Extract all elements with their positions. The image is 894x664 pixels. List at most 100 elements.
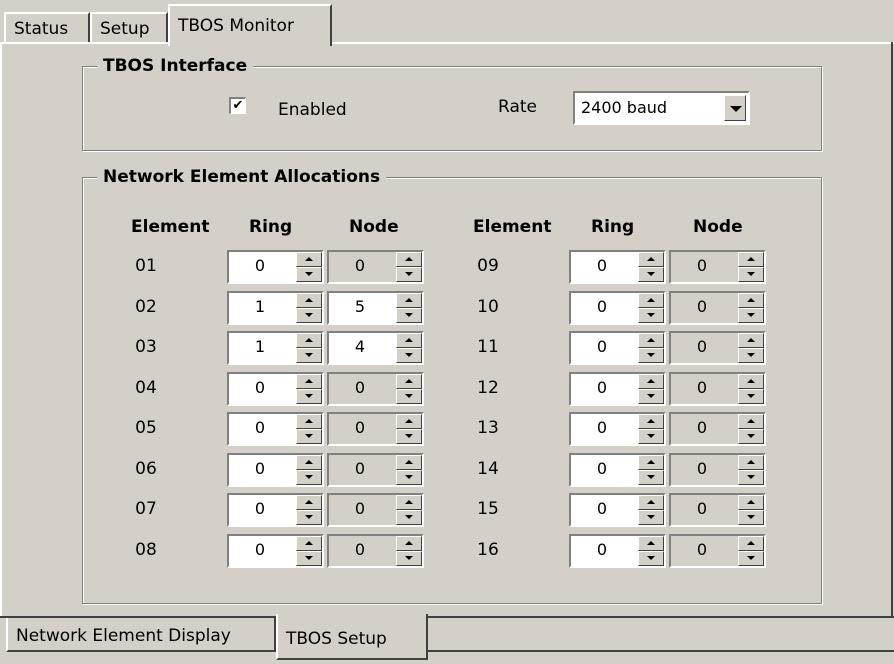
spin-down-icon[interactable]: [738, 307, 764, 323]
ring-spinbox[interactable]: 0: [569, 533, 666, 568]
spin-down-icon[interactable]: [738, 510, 764, 525]
spin-up-icon[interactable]: [638, 373, 664, 389]
ring-spinbox[interactable]: 0: [569, 452, 666, 487]
spin-down-icon[interactable]: [638, 348, 664, 363]
ring-value[interactable]: 0: [571, 498, 633, 520]
spin-buttons: [638, 373, 664, 404]
ring-value[interactable]: 0: [571, 417, 633, 439]
spin-buttons: [638, 292, 664, 323]
node-value[interactable]: 0: [671, 458, 733, 480]
bottom-tab-filler: [428, 618, 894, 652]
ring-spinbox[interactable]: 0: [569, 250, 666, 284]
spin-up-icon[interactable]: [638, 495, 664, 510]
spin-down-icon[interactable]: [638, 429, 664, 444]
spin-up-icon[interactable]: [638, 535, 664, 551]
spin-up-icon[interactable]: [738, 252, 764, 267]
ring-value[interactable]: 0: [571, 377, 633, 399]
node-spinbox[interactable]: 0: [669, 412, 766, 446]
spin-down-icon[interactable]: [638, 469, 664, 485]
spin-buttons: [738, 495, 764, 525]
header-element-right: Element: [473, 217, 552, 237]
node-spinbox[interactable]: 0: [669, 493, 766, 527]
spin-down-icon[interactable]: [638, 307, 664, 323]
spin-up-icon[interactable]: [738, 333, 764, 348]
tab-status[interactable]: Status: [4, 12, 90, 44]
node-spinbox[interactable]: 0: [669, 290, 766, 325]
allocation-row: 16 0 0: [83, 533, 823, 568]
spin-down-icon[interactable]: [738, 348, 764, 363]
spin-down-icon[interactable]: [738, 550, 764, 566]
ring-spinbox[interactable]: 0: [569, 290, 666, 325]
node-spinbox[interactable]: 0: [669, 533, 766, 568]
enabled-checkbox[interactable]: ✔: [229, 97, 246, 114]
spin-up-icon[interactable]: [738, 535, 764, 551]
chevron-down-icon[interactable]: [724, 95, 746, 121]
spin-down-icon[interactable]: [638, 550, 664, 566]
spin-up-icon[interactable]: [738, 454, 764, 470]
spin-down-icon[interactable]: [738, 429, 764, 444]
allocations-title: Network Element Allocations: [97, 165, 387, 189]
allocation-row: 12 0 0: [83, 371, 823, 406]
ring-value[interactable]: 0: [571, 296, 633, 318]
spin-buttons: [738, 333, 764, 363]
spin-up-icon[interactable]: [638, 292, 664, 308]
element-number: 15: [477, 499, 499, 519]
ring-value[interactable]: 0: [571, 255, 633, 277]
node-value[interactable]: 0: [671, 417, 733, 439]
allocation-row: 10 0 0: [83, 290, 823, 325]
spin-buttons: [738, 414, 764, 444]
allocation-row: 13 0 0: [83, 412, 823, 446]
spin-up-icon[interactable]: [638, 333, 664, 348]
node-spinbox[interactable]: 0: [669, 452, 766, 487]
ring-value[interactable]: 0: [571, 539, 633, 561]
node-spinbox[interactable]: 0: [669, 250, 766, 284]
node-value[interactable]: 0: [671, 336, 733, 358]
node-value[interactable]: 0: [671, 296, 733, 318]
ring-spinbox[interactable]: 0: [569, 331, 666, 365]
node-value[interactable]: 0: [671, 255, 733, 277]
tab-tbos-monitor[interactable]: TBOS Monitor: [168, 4, 332, 46]
ring-spinbox[interactable]: 0: [569, 412, 666, 446]
spin-up-icon[interactable]: [638, 252, 664, 267]
tbos-interface-group: TBOS Interface ✔ Enabled Rate 2400 baud: [82, 54, 822, 151]
node-spinbox[interactable]: 0: [669, 331, 766, 365]
header-ring-right: Ring: [591, 217, 635, 237]
spin-down-icon[interactable]: [638, 510, 664, 525]
spin-buttons: [738, 373, 764, 404]
element-number: 11: [477, 337, 499, 357]
spin-down-icon[interactable]: [638, 267, 664, 282]
spin-down-icon[interactable]: [738, 267, 764, 282]
node-value[interactable]: 0: [671, 498, 733, 520]
spin-down-icon[interactable]: [738, 388, 764, 404]
allocation-row: 15 0 0: [83, 493, 823, 527]
tab-network-element-display[interactable]: Network Element Display: [6, 618, 276, 652]
ring-spinbox[interactable]: 0: [569, 493, 666, 527]
allocation-row: 09 0 0: [83, 250, 823, 284]
header-ring-left: Ring: [249, 217, 293, 237]
spin-down-icon[interactable]: [638, 388, 664, 404]
ring-value[interactable]: 0: [571, 336, 633, 358]
spin-buttons: [738, 292, 764, 323]
spin-up-icon[interactable]: [738, 495, 764, 510]
spin-buttons: [638, 333, 664, 363]
tbos-interface-title: TBOS Interface: [97, 54, 254, 78]
spin-down-icon[interactable]: [738, 469, 764, 485]
tab-setup[interactable]: Setup: [90, 12, 168, 44]
spin-up-icon[interactable]: [738, 373, 764, 389]
spin-buttons: [638, 454, 664, 485]
spin-up-icon[interactable]: [638, 414, 664, 429]
spin-buttons: [738, 252, 764, 282]
ring-value[interactable]: 0: [571, 458, 633, 480]
header-node-left: Node: [349, 217, 399, 237]
node-value[interactable]: 0: [671, 539, 733, 561]
ring-spinbox[interactable]: 0: [569, 371, 666, 406]
node-value[interactable]: 0: [671, 377, 733, 399]
spin-up-icon[interactable]: [738, 292, 764, 308]
spin-up-icon[interactable]: [738, 414, 764, 429]
element-number: 12: [477, 377, 499, 398]
rate-select[interactable]: 2400 baud: [573, 91, 750, 125]
spin-up-icon[interactable]: [638, 454, 664, 470]
rate-select-value: 2400 baud: [581, 98, 668, 117]
tab-tbos-setup[interactable]: TBOS Setup: [276, 614, 428, 660]
node-spinbox[interactable]: 0: [669, 371, 766, 406]
